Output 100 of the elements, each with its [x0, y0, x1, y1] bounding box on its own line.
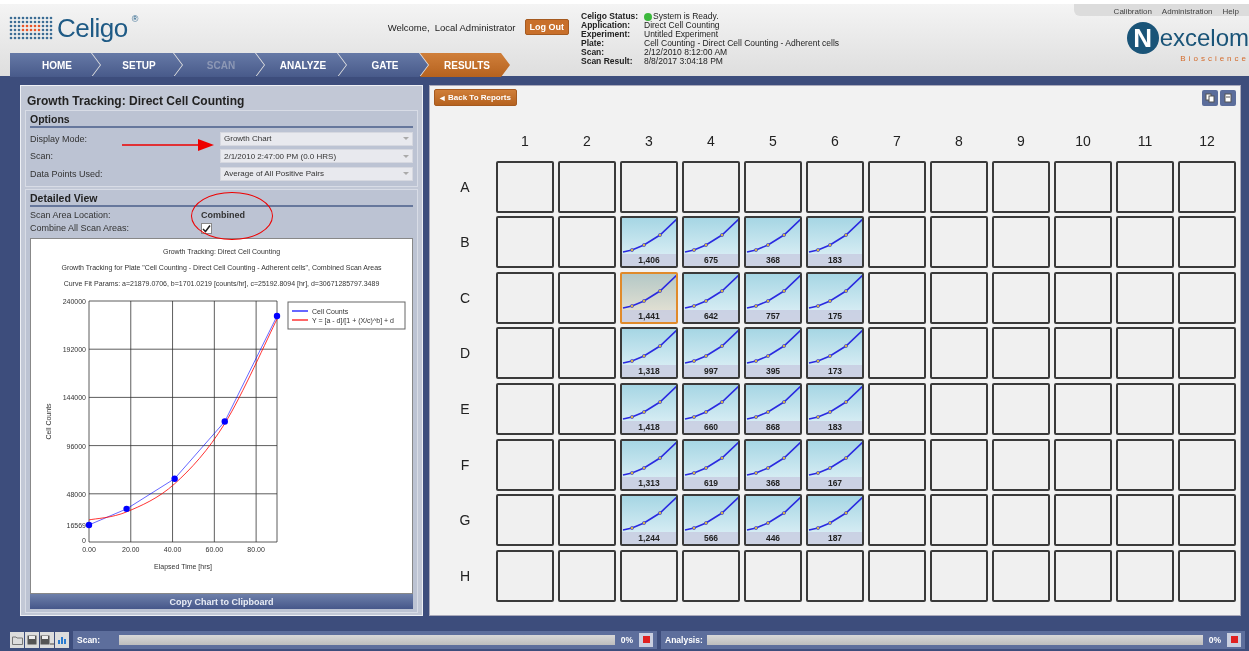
top-link[interactable]: Administration: [1161, 7, 1213, 16]
plate-well[interactable]: [558, 271, 616, 324]
plate-well[interactable]: [1178, 494, 1236, 547]
plate-well[interactable]: [930, 438, 988, 491]
plate-well[interactable]: [558, 160, 616, 213]
stop-button[interactable]: [639, 632, 653, 647]
plate-well[interactable]: 1,244: [620, 494, 678, 547]
nav-tab[interactable]: SETUP: [92, 53, 182, 77]
plate-well[interactable]: 675: [682, 216, 740, 269]
plate-well[interactable]: [1054, 271, 1112, 324]
plate-well[interactable]: [992, 382, 1050, 435]
plate-well[interactable]: [744, 549, 802, 602]
plate-well[interactable]: [1054, 160, 1112, 213]
plate-well[interactable]: [496, 216, 554, 269]
plate-well[interactable]: 1,406: [620, 216, 678, 269]
plate-well[interactable]: 1,441: [620, 271, 678, 324]
plate-well[interactable]: [930, 382, 988, 435]
plate-well[interactable]: 997: [682, 327, 740, 380]
plate-well[interactable]: [1116, 549, 1174, 602]
plate-well[interactable]: [868, 438, 926, 491]
plate-well[interactable]: [1116, 494, 1174, 547]
plate-well[interactable]: 757: [744, 271, 802, 324]
plate-well[interactable]: [1054, 549, 1112, 602]
plate-well[interactable]: [868, 494, 926, 547]
plate-well[interactable]: 187: [806, 494, 864, 547]
plate-well[interactable]: 368: [744, 438, 802, 491]
plate-well[interactable]: 1,313: [620, 438, 678, 491]
plate-well[interactable]: [496, 438, 554, 491]
plate-well[interactable]: [1178, 549, 1236, 602]
plate-well[interactable]: [496, 382, 554, 435]
plate-well[interactable]: [1116, 216, 1174, 269]
plate-well[interactable]: [1054, 327, 1112, 380]
plate-well[interactable]: [620, 549, 678, 602]
logout-button[interactable]: Log Out: [524, 19, 569, 35]
plate-well[interactable]: 183: [806, 216, 864, 269]
plate-well[interactable]: [992, 271, 1050, 324]
plate-well[interactable]: [868, 271, 926, 324]
nav-tab[interactable]: RESULTS: [420, 53, 510, 77]
plate-well[interactable]: 566: [682, 494, 740, 547]
plate-well[interactable]: [992, 494, 1050, 547]
plate-well[interactable]: [992, 438, 1050, 491]
plate-well[interactable]: [496, 494, 554, 547]
plate-well[interactable]: [1054, 494, 1112, 547]
dropdown[interactable]: Average of All Positive Pairs: [220, 166, 413, 181]
plate-well[interactable]: 368: [744, 216, 802, 269]
top-link[interactable]: Help: [1222, 7, 1239, 16]
plate-well[interactable]: [1054, 382, 1112, 435]
plate-well[interactable]: 1,318: [620, 327, 678, 380]
plate-well[interactable]: [992, 160, 1050, 213]
plate-well[interactable]: [558, 216, 616, 269]
copy-chart-button[interactable]: Copy Chart to Clipboard: [30, 594, 413, 609]
copy-icon[interactable]: [1202, 89, 1218, 106]
plate-well[interactable]: [992, 327, 1050, 380]
plate-well[interactable]: 1,418: [620, 382, 678, 435]
plate-well[interactable]: [1116, 271, 1174, 324]
plate-well[interactable]: 642: [682, 271, 740, 324]
plate-well[interactable]: [806, 549, 864, 602]
plate-well[interactable]: [868, 327, 926, 380]
plate-well[interactable]: [558, 327, 616, 380]
plate-well[interactable]: [496, 271, 554, 324]
plate-well[interactable]: [806, 160, 864, 213]
plate-well[interactable]: 175: [806, 271, 864, 324]
plate-well[interactable]: [744, 160, 802, 213]
plate-well[interactable]: [558, 438, 616, 491]
plate-well[interactable]: [1178, 382, 1236, 435]
plate-well[interactable]: [868, 216, 926, 269]
nav-tab[interactable]: HOME: [10, 53, 100, 77]
plate-well[interactable]: [1116, 382, 1174, 435]
top-link[interactable]: Calibration: [1113, 7, 1152, 16]
nav-tab[interactable]: GATE: [338, 53, 428, 77]
plate-well[interactable]: [1054, 216, 1112, 269]
save-icon[interactable]: [25, 631, 39, 648]
plate-well[interactable]: 183: [806, 382, 864, 435]
plate-well[interactable]: [558, 494, 616, 547]
plate-well[interactable]: 868: [744, 382, 802, 435]
plate-well[interactable]: [1178, 438, 1236, 491]
plate-well[interactable]: [496, 160, 554, 213]
save-as-icon[interactable]: [40, 631, 54, 648]
plate-well[interactable]: [1178, 271, 1236, 324]
plate-well[interactable]: [992, 549, 1050, 602]
plate-well[interactable]: [496, 549, 554, 602]
plate-well[interactable]: [682, 549, 740, 602]
plate-well[interactable]: [1178, 327, 1236, 380]
plate-well[interactable]: [868, 160, 926, 213]
folder-icon[interactable]: [10, 631, 24, 648]
plate-well[interactable]: [1178, 160, 1236, 213]
plate-well[interactable]: [1116, 160, 1174, 213]
plate-well[interactable]: [930, 327, 988, 380]
chart-icon[interactable]: [55, 631, 69, 648]
plate-well[interactable]: 395: [744, 327, 802, 380]
plate-well[interactable]: [930, 271, 988, 324]
plate-well[interactable]: [868, 549, 926, 602]
plate-well[interactable]: [682, 160, 740, 213]
plate-well[interactable]: [620, 160, 678, 213]
plate-well[interactable]: [868, 382, 926, 435]
plate-well[interactable]: [1178, 216, 1236, 269]
document-icon[interactable]: [1220, 89, 1236, 106]
plate-well[interactable]: [930, 160, 988, 213]
plate-well[interactable]: [558, 382, 616, 435]
plate-well[interactable]: [1116, 438, 1174, 491]
